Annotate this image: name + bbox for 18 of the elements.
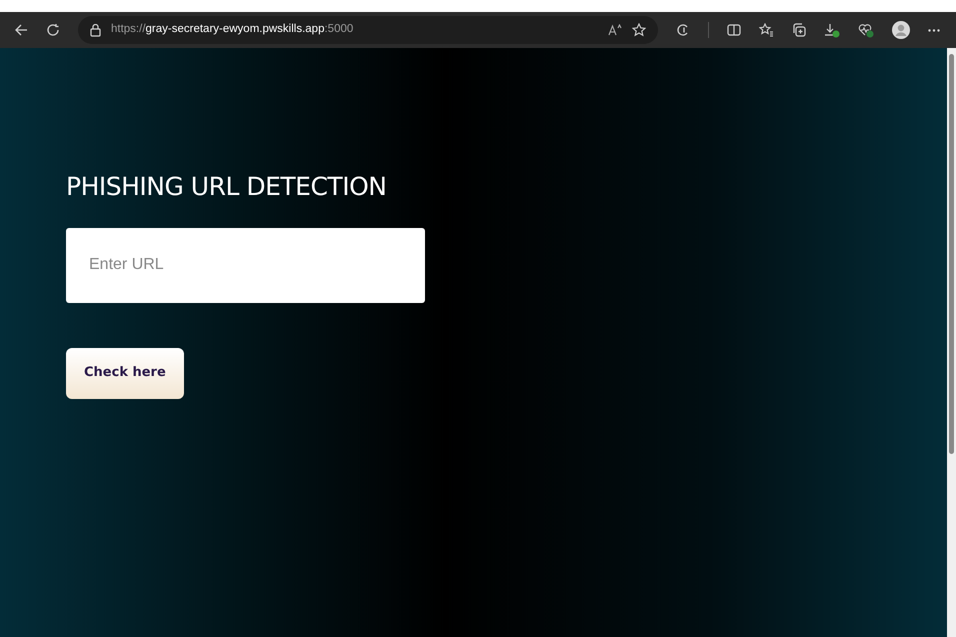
read-aloud-icon[interactable] bbox=[608, 24, 622, 36]
star-icon[interactable] bbox=[632, 23, 646, 37]
profile-avatar-icon[interactable] bbox=[892, 21, 910, 39]
url-text: https://gray-secretary-ewyom.pwskills.app:5000 bbox=[111, 22, 354, 38]
back-icon[interactable] bbox=[14, 23, 28, 37]
refresh-icon[interactable] bbox=[46, 23, 60, 37]
collections-icon[interactable] bbox=[792, 23, 806, 37]
favorites-icon[interactable] bbox=[759, 23, 774, 37]
check-button[interactable]: Check here bbox=[66, 348, 184, 398]
page-title: PHISHING URL DETECTION bbox=[66, 171, 386, 203]
scrollbar[interactable] bbox=[947, 48, 956, 637]
heart-pulse-icon[interactable] bbox=[858, 22, 874, 38]
address-bar[interactable]: https://gray-secretary-ewyom.pwskills.app:5000 bbox=[78, 16, 658, 44]
download-icon[interactable] bbox=[824, 22, 840, 38]
more-icon[interactable] bbox=[928, 28, 940, 32]
url-input-field[interactable]: Enter URL bbox=[66, 228, 425, 302]
split-screen-icon[interactable] bbox=[727, 23, 741, 37]
lock-icon bbox=[90, 24, 101, 36]
